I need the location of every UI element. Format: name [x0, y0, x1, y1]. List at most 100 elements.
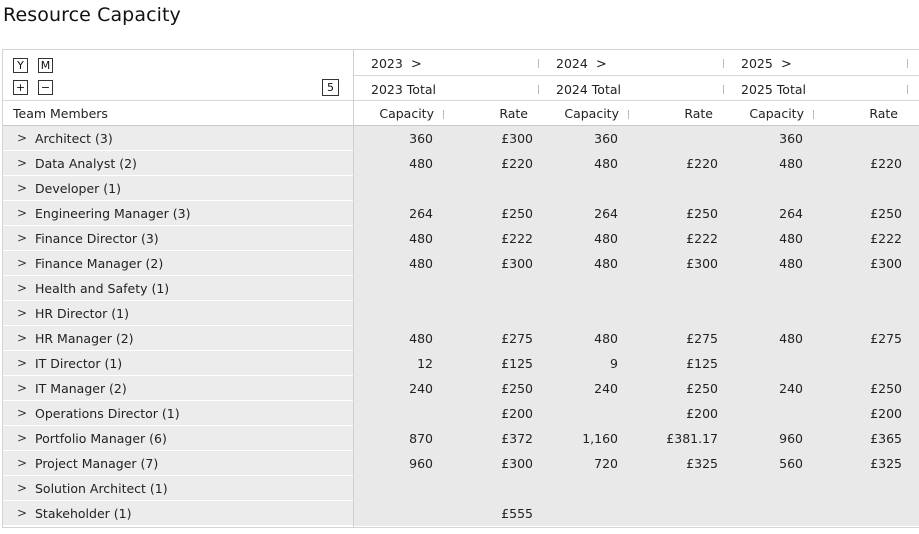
capacity-cell: [723, 476, 803, 501]
capacity-cell: 480: [409, 156, 433, 171]
capacity-cell: 870: [409, 431, 433, 446]
month-level-button[interactable]: M: [38, 58, 53, 73]
chevron-right-icon[interactable]: >: [17, 276, 27, 301]
chevron-right-icon[interactable]: >: [17, 326, 27, 351]
drill-level-badge[interactable]: 5: [322, 79, 339, 96]
table-row[interactable]: > Developer (1): [3, 176, 353, 201]
capacity-cell: 480: [594, 156, 618, 171]
column-resize-handle[interactable]: [907, 59, 908, 68]
column-header-rate[interactable]: Rate: [633, 102, 713, 126]
table-row[interactable]: > Finance Manager (2): [3, 251, 353, 276]
rate-cell: [822, 301, 902, 326]
chevron-right-icon[interactable]: >: [17, 351, 27, 376]
capacity-cell: [538, 401, 618, 426]
column-header-rate[interactable]: Rate: [818, 102, 898, 126]
rate-cell: £125: [686, 356, 718, 371]
chevron-right-icon[interactable]: >: [17, 401, 27, 426]
chevron-right-icon[interactable]: >: [17, 376, 27, 401]
column-resize-handle[interactable]: [628, 110, 629, 119]
chevron-right-icon[interactable]: >: [17, 126, 27, 151]
table-row[interactable]: > IT Director (1): [3, 351, 353, 376]
year-header-2025[interactable]: 2025 >: [741, 51, 792, 76]
capacity-cell: 360: [594, 131, 618, 146]
chevron-right-icon[interactable]: >: [17, 301, 27, 326]
capacity-cell: [538, 301, 618, 326]
rate-cell: £300: [870, 256, 902, 271]
chevron-right-icon: >: [595, 57, 607, 72]
row-label: IT Manager (2): [35, 381, 127, 396]
column-resize-handle[interactable]: [907, 85, 908, 94]
year-level-button[interactable]: Y: [13, 58, 28, 73]
year-header-2024[interactable]: 2024 >: [556, 51, 607, 76]
capacity-cell: [723, 501, 803, 526]
capacity-cell: 9: [610, 356, 618, 371]
capacity-cell: 560: [779, 456, 803, 471]
rate-cell: [822, 351, 902, 376]
rate-cell: £300: [501, 131, 533, 146]
rate-cell: £300: [501, 256, 533, 271]
column-header-rate[interactable]: Rate: [448, 102, 528, 126]
rate-cell: £300: [501, 456, 533, 471]
table-row[interactable]: > Stakeholder (1): [3, 501, 353, 526]
capacity-cell: 480: [594, 231, 618, 246]
table-row[interactable]: > IT Manager (2): [3, 376, 353, 401]
capacity-cell: [538, 501, 618, 526]
column-resize-handle[interactable]: [723, 59, 724, 68]
chevron-right-icon[interactable]: >: [17, 251, 27, 276]
rate-cell: [822, 276, 902, 301]
row-label: HR Director (1): [35, 306, 129, 321]
chevron-right-icon[interactable]: >: [17, 201, 27, 226]
table-row[interactable]: > Data Analyst (2): [3, 151, 353, 176]
row-label: Solution Architect (1): [35, 481, 168, 496]
row-header-list: > Architect (3) > Data Analyst (2) > Develope…: [3, 126, 353, 526]
rate-cell: £275: [501, 331, 533, 346]
chevron-right-icon: >: [780, 57, 792, 72]
chevron-right-icon[interactable]: >: [17, 176, 27, 201]
table-row[interactable]: > Architect (3): [3, 126, 353, 151]
table-row[interactable]: > Portfolio Manager (6): [3, 426, 353, 451]
table-row[interactable]: > Project Manager (7): [3, 451, 353, 476]
rate-cell: £250: [870, 381, 902, 396]
column-header-capacity[interactable]: Capacity: [733, 102, 804, 126]
row-label: Stakeholder (1): [35, 506, 132, 521]
row-label: Finance Director (3): [35, 231, 159, 246]
column-resize-handle[interactable]: [538, 59, 539, 68]
chevron-right-icon[interactable]: >: [17, 501, 27, 526]
capacity-cell: 480: [779, 256, 803, 271]
column-resize-handle[interactable]: [813, 110, 814, 119]
year-total-header: 2025 Total: [741, 82, 806, 97]
expand-all-button[interactable]: +: [13, 80, 28, 95]
column-header-capacity[interactable]: Capacity: [363, 102, 434, 126]
table-row[interactable]: > Solution Architect (1): [3, 476, 353, 501]
chevron-right-icon[interactable]: >: [17, 426, 27, 451]
column-resize-handle[interactable]: [723, 85, 724, 94]
chevron-right-icon[interactable]: >: [17, 451, 27, 476]
table-row[interactable]: > HR Director (1): [3, 301, 353, 326]
capacity-cell: [353, 401, 433, 426]
column-resize-handle[interactable]: [538, 85, 539, 94]
table-row[interactable]: > HR Manager (2): [3, 326, 353, 351]
row-label: Engineering Manager (3): [35, 206, 191, 221]
rate-cell: £275: [870, 331, 902, 346]
chevron-right-icon[interactable]: >: [17, 476, 27, 501]
capacity-cell: 12: [417, 356, 433, 371]
column-header-capacity[interactable]: Capacity: [548, 102, 619, 126]
table-row[interactable]: > Health and Safety (1): [3, 276, 353, 301]
year-header-2023[interactable]: 2023 >: [371, 51, 422, 76]
table-row[interactable]: > Engineering Manager (3): [3, 201, 353, 226]
rate-cell: [822, 476, 902, 501]
capacity-cell: [723, 176, 803, 201]
chevron-right-icon[interactable]: >: [17, 226, 27, 251]
table-row[interactable]: > Operations Director (1): [3, 401, 353, 426]
rate-cell: [453, 176, 533, 201]
row-header-team-members[interactable]: Team Members: [13, 102, 108, 126]
chevron-right-icon[interactable]: >: [17, 151, 27, 176]
collapse-all-button[interactable]: −: [38, 80, 53, 95]
rate-cell: £125: [501, 356, 533, 371]
table-row[interactable]: > Finance Director (3): [3, 226, 353, 251]
rate-cell: £250: [686, 381, 718, 396]
rate-cell: [638, 126, 718, 151]
rate-cell: £222: [870, 231, 902, 246]
column-resize-handle[interactable]: [443, 110, 444, 119]
capacity-cell: 360: [409, 131, 433, 146]
